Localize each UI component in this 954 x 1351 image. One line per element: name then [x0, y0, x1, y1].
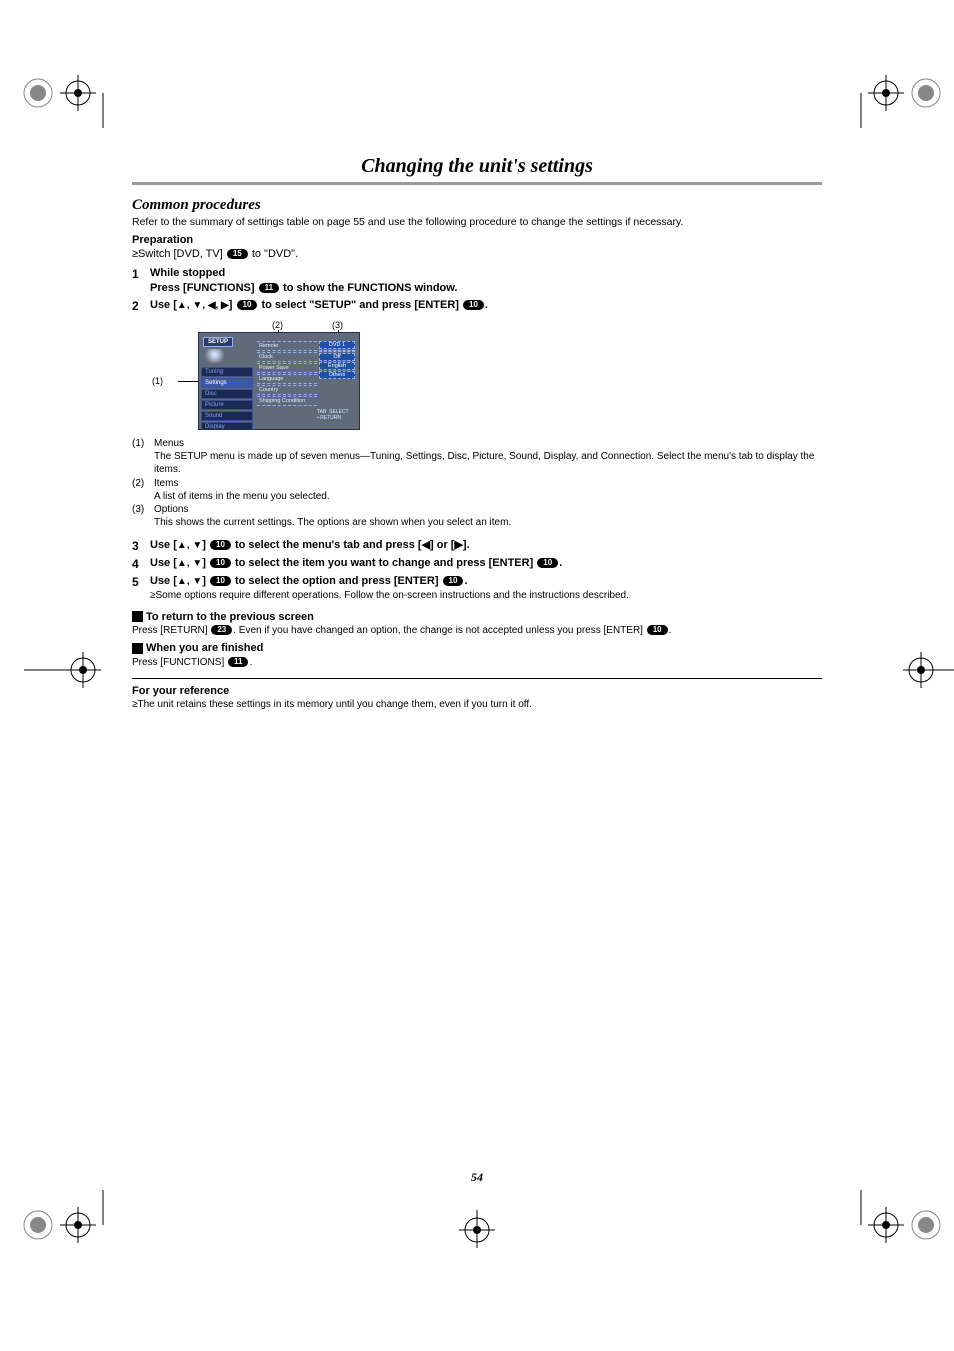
step-4-number: 4 [132, 556, 150, 572]
setup-items: Remote Clock Power Save Language Country… [257, 341, 317, 407]
preparation-text: ≥Switch [DVD, TV] 15 to "DVD". [132, 248, 822, 260]
setup-screen-title: SETUP [203, 337, 233, 347]
tab-picture: Picture [201, 400, 253, 410]
step-1: 1 While stopped Press [FUNCTIONS] 11 to … [132, 266, 822, 296]
def2-num: (2) [132, 478, 154, 489]
def1-label: Menus [154, 438, 210, 449]
reg-mark-right [896, 650, 936, 690]
step-5-text: Use [▲, ▼] 10 to select the option and p… [150, 574, 822, 602]
crop-mark-top-right [856, 68, 936, 148]
setup-menu-tabs: Tuning Settings Disc Picture Sound Displ… [201, 367, 253, 430]
crop-mark-bottom-left [18, 1190, 98, 1270]
tab-tuning: Tuning [201, 367, 253, 377]
badge-23: 23 [211, 625, 232, 635]
step-1-line-a: While stopped [150, 266, 822, 281]
step-5-number: 5 [132, 574, 150, 590]
page-title: Changing the unit's settings [132, 155, 822, 178]
definitions: (1) Menus The SETUP menu is made up of s… [132, 438, 822, 530]
step-2-text: Use [▲, ▼, ◀, ▶] 10 to select "SETUP" an… [150, 298, 822, 313]
tab-display: Display [201, 422, 253, 430]
badge-15: 15 [227, 249, 248, 259]
tab-sound: Sound [201, 411, 253, 421]
setup-options: DVD 1 Off English Others [319, 341, 355, 380]
def1-num: (1) [132, 438, 154, 449]
square-icon [132, 611, 143, 622]
return-heading: To return to the previous screen [132, 611, 314, 623]
step-3-number: 3 [132, 538, 150, 554]
callout-2: (2) [272, 320, 283, 330]
prep-text-b: to "DVD". [249, 248, 298, 260]
tab-settings: Settings [201, 378, 253, 388]
setup-screen-icon [205, 349, 229, 363]
step-4-text: Use [▲, ▼] 10 to select the item you wan… [150, 556, 822, 571]
section-intro: Refer to the summary of settings table o… [132, 216, 822, 228]
setup-hint: TAB SELECT ▪ RETURN [317, 409, 349, 421]
step-3-text: Use [▲, ▼] 10 to select the menu's tab a… [150, 538, 822, 553]
step-4: 4 Use [▲, ▼] 10 to select the item you w… [132, 556, 822, 572]
callout-1: (1) [152, 332, 178, 386]
step-3: 3 Use [▲, ▼] 10 to select the menu's tab… [132, 538, 822, 554]
step-5: 5 Use [▲, ▼] 10 to select the option and… [132, 574, 822, 602]
step-5-note: ≥Some options require different operatio… [150, 589, 822, 603]
step-1-line-b: Press [FUNCTIONS] 11 to show the FUNCTIO… [150, 281, 822, 296]
prep-text-a: ≥Switch [DVD, TV] [132, 248, 226, 260]
setup-screen: SETUP Tuning Settings Disc Picture Sound… [198, 332, 360, 430]
finish-heading: When you are finished [132, 642, 263, 654]
finish-text: Press [FUNCTIONS] 11. [132, 657, 822, 668]
step-2-number: 2 [132, 298, 150, 314]
fyr-heading: For your reference [132, 685, 822, 697]
preparation-label: Preparation [132, 234, 822, 246]
title-rule [132, 182, 822, 185]
section-heading: Common procedures [132, 197, 822, 214]
callout-3: (3) [332, 320, 343, 330]
page-number: 54 [132, 1170, 822, 1185]
crop-mark-top-left [18, 68, 98, 148]
def1-text: The SETUP menu is made up of seven menus… [154, 450, 822, 477]
crop-mark-bottom-right [856, 1190, 936, 1270]
def3-label: Options [154, 504, 210, 515]
def3-num: (3) [132, 504, 154, 515]
fyr-text: ≥The unit retains these settings in its … [132, 699, 822, 710]
step-2: 2 Use [▲, ▼, ◀, ▶] 10 to select "SETUP" … [132, 298, 822, 314]
badge-10: 10 [237, 300, 258, 310]
def3-text: This shows the current settings. The opt… [154, 516, 822, 530]
separator-rule [132, 678, 822, 679]
badge-10b: 10 [463, 300, 484, 310]
reg-mark-bottom-center [432, 1210, 472, 1250]
page-content: Changing the unit's settings Common proc… [132, 0, 822, 1265]
setup-figure: (2) (3) (1) SETUP Tuning Settings Disc P… [152, 320, 822, 430]
return-text: Press [RETURN] 23. Even if you have chan… [132, 625, 822, 636]
step-1-number: 1 [132, 266, 150, 282]
square-icon [132, 643, 143, 654]
reg-mark-left [18, 650, 58, 690]
badge-11: 11 [259, 283, 279, 293]
def2-text: A list of items in the menu you selected… [154, 490, 822, 504]
def2-label: Items [154, 478, 210, 489]
tab-disc: Disc [201, 389, 253, 399]
callout-1-line [178, 381, 198, 382]
